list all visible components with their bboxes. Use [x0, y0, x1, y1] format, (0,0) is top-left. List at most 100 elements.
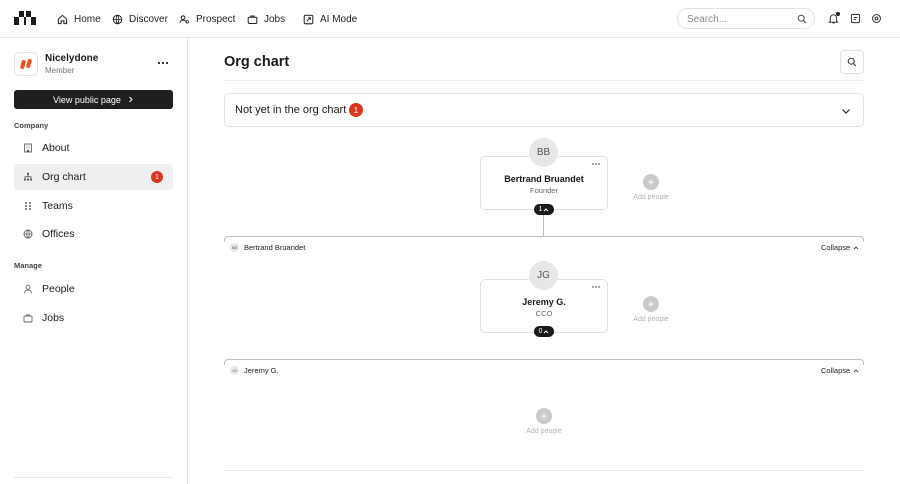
add-people-button[interactable]: + Add people — [514, 408, 574, 435]
group-label: BB Bertrand Bruandet — [230, 243, 305, 252]
nav-home-label: Home — [74, 13, 101, 25]
sidebar-item-label: About — [42, 142, 70, 154]
teams-icon — [25, 202, 31, 210]
group-label: JG Jeremy G. — [230, 366, 279, 375]
reports-count: 0 — [538, 328, 543, 335]
not-yet-label: Not yet in the org chart — [235, 104, 347, 116]
nav-jobs-label: Jobs — [264, 13, 286, 25]
nav-discover-label: Discover — [129, 13, 168, 25]
sidebar-item-label: Org chart — [42, 171, 86, 183]
reports-count: 1 — [538, 206, 543, 213]
avatar: BB — [230, 243, 239, 252]
chevron-down-icon[interactable] — [841, 106, 851, 116]
settings-icon[interactable] — [871, 13, 882, 24]
chevron-up-icon — [544, 207, 549, 211]
nav-ai-mode-label: AI Mode — [320, 13, 358, 25]
avatar: BB — [529, 138, 558, 167]
search-icon — [797, 14, 807, 24]
reports-count-toggle[interactable]: 1 — [534, 204, 554, 215]
sidebar-item-teams[interactable]: Teams — [14, 193, 173, 219]
search-icon — [847, 57, 857, 67]
people-icon — [24, 284, 32, 294]
collapse-label: Collapse — [821, 243, 851, 252]
sidebar-item-label: Jobs — [42, 312, 65, 324]
not-yet-count-badge: 1 — [349, 103, 363, 117]
add-people-label: Add people — [633, 194, 669, 201]
section-label-company: Company — [14, 121, 49, 130]
messages-icon[interactable] — [850, 13, 861, 24]
ai-mode-icon — [303, 14, 314, 24]
group-bracket — [224, 359, 864, 365]
sidebar-item-about[interactable]: About — [14, 135, 173, 161]
add-people-button[interactable]: + Add people — [621, 296, 681, 323]
sidebar-item-org-chart[interactable]: Org chart 1 — [14, 164, 173, 190]
collapse-button[interactable]: Collapse — [821, 366, 859, 375]
not-yet-in-org-chart-panel[interactable]: Not yet in the org chart 1 — [224, 93, 864, 127]
chevron-right-icon — [129, 96, 133, 103]
plus-icon: + — [643, 174, 659, 190]
search-input[interactable] — [687, 12, 792, 26]
chevron-up-icon — [544, 329, 549, 333]
avatar: JG — [230, 366, 239, 375]
add-people-label: Add people — [526, 428, 562, 435]
collapse-button[interactable]: Collapse — [821, 243, 859, 252]
reports-count-toggle[interactable]: 0 — [534, 326, 554, 337]
sidebar-divider — [14, 477, 173, 478]
company-name: Nicelydone — [45, 53, 99, 64]
global-search[interactable] — [677, 8, 815, 29]
group-label-name: Jeremy G. — [244, 366, 279, 375]
more-options-icon[interactable] — [591, 161, 601, 167]
org-search-button[interactable] — [840, 50, 864, 74]
company-logo[interactable] — [14, 52, 38, 76]
home-icon — [57, 14, 68, 24]
prospect-icon — [179, 14, 189, 23]
org-chart-icon — [24, 172, 32, 181]
briefcase-icon — [23, 314, 33, 323]
title-divider — [224, 80, 864, 81]
sidebar-item-jobs[interactable]: Jobs — [14, 305, 173, 331]
org-chart-count-badge: 1 — [151, 171, 163, 183]
more-options-icon[interactable] — [156, 58, 170, 68]
notification-dot — [836, 12, 840, 16]
plus-icon: + — [536, 408, 552, 424]
plus-icon: + — [643, 296, 659, 312]
globe-icon — [112, 14, 123, 24]
chevron-up-icon — [853, 368, 859, 372]
more-options-icon[interactable] — [591, 284, 601, 290]
avatar: JG — [529, 261, 558, 290]
collapse-label: Collapse — [821, 366, 851, 375]
group-bracket — [224, 236, 864, 242]
nav-home[interactable]: Home — [57, 12, 101, 26]
company-role: Member — [45, 66, 75, 75]
sidebar-item-label: People — [42, 283, 75, 295]
sidebar-item-label: Teams — [42, 200, 73, 212]
nav-jobs[interactable]: Jobs — [247, 12, 285, 26]
bottom-divider — [224, 470, 864, 471]
page-title: Org chart — [224, 54, 290, 70]
node-role: CCO — [535, 309, 553, 318]
section-label-manage: Manage — [14, 261, 42, 270]
view-public-page-label: View public page — [53, 94, 121, 105]
add-people-button[interactable]: + Add people — [621, 174, 681, 201]
sidebar-item-offices[interactable]: Offices — [14, 221, 173, 247]
nav-prospect[interactable]: Prospect — [179, 12, 235, 26]
sidebar: Nicelydone Member View public page Compa… — [0, 38, 188, 484]
group-label-name: Bertrand Bruandet — [244, 243, 306, 252]
nav-ai-mode[interactable]: AI Mode — [303, 12, 357, 26]
node-name: Jeremy G. — [522, 297, 566, 307]
sidebar-item-label: Offices — [42, 228, 75, 240]
top-navigation: Home Discover Prospect Jobs AI Mode — [0, 0, 900, 38]
connector-line — [543, 215, 544, 237]
sidebar-item-people[interactable]: People — [14, 276, 173, 302]
add-people-label: Add people — [633, 316, 669, 323]
node-role: Founder — [530, 186, 558, 195]
view-public-page-button[interactable]: View public page — [14, 90, 173, 109]
nav-discover[interactable]: Discover — [112, 12, 168, 26]
app-logo-icon[interactable] — [14, 11, 36, 25]
globe-icon — [23, 229, 33, 239]
company-logo-icon — [20, 58, 32, 70]
nav-prospect-label: Prospect — [196, 13, 236, 25]
building-icon — [24, 143, 32, 153]
chevron-up-icon — [853, 245, 859, 249]
briefcase-icon — [247, 15, 258, 24]
